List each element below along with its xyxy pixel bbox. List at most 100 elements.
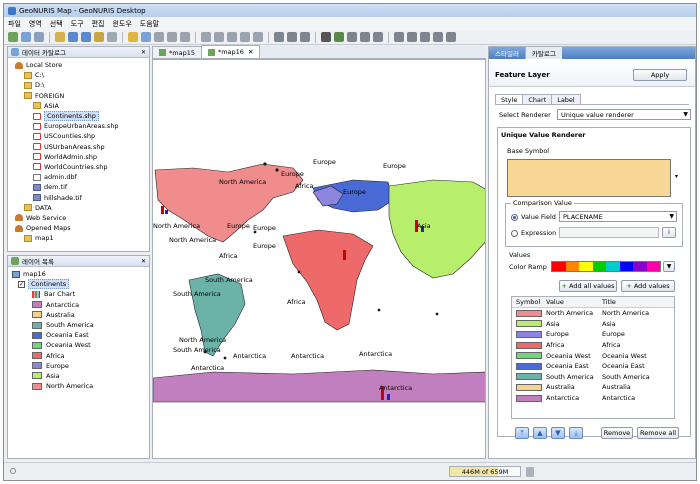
editor-tab[interactable]: *map16 ✕: [200, 45, 261, 58]
legend-item[interactable]: Asia: [32, 371, 149, 381]
forward-icon[interactable]: [141, 32, 151, 42]
menu-item[interactable]: 도구: [71, 19, 84, 29]
expression-radio[interactable]: Expression: [511, 229, 556, 237]
add-values-button[interactable]: + Add values: [621, 280, 675, 292]
title-cell[interactable]: Africa: [602, 341, 662, 349]
measure-icon[interactable]: [180, 32, 190, 42]
catalog-item[interactable]: DATA: [8, 203, 149, 213]
symbol-swatch[interactable]: [516, 373, 542, 381]
column-value[interactable]: Value: [546, 298, 602, 306]
save-icon[interactable]: [34, 32, 44, 42]
table-row[interactable]: Asia Asia: [512, 319, 674, 330]
catalog-item[interactable]: admin.dbf: [8, 172, 149, 182]
zoom-out-icon[interactable]: [81, 32, 91, 42]
base-symbol-swatch[interactable]: [507, 159, 671, 197]
catalog-item[interactable]: WorldAdmin.shp: [8, 152, 149, 162]
catalog-item[interactable]: EuropeUrbanAreas.shp: [8, 121, 149, 131]
menu-item[interactable]: 파일: [8, 19, 21, 29]
symbol-swatch[interactable]: [516, 383, 542, 391]
title-cell[interactable]: North America: [602, 309, 662, 317]
symbol-cell[interactable]: [512, 362, 546, 370]
symbol-cell[interactable]: [512, 373, 546, 381]
catalog-item[interactable]: Opened Maps: [8, 223, 149, 233]
catalog-item[interactable]: USUrbanAreas.shp: [8, 142, 149, 152]
title-cell[interactable]: South America: [602, 373, 662, 381]
catalog-item[interactable]: C:\: [8, 70, 149, 80]
pan-icon[interactable]: [55, 32, 65, 42]
map-node[interactable]: map16: [12, 269, 149, 279]
layer-icon[interactable]: [201, 32, 211, 42]
renderer-select[interactable]: Unique value renderer ▼: [557, 109, 691, 120]
title-cell[interactable]: Europe: [602, 330, 662, 338]
close-icon[interactable]: ✕: [141, 49, 146, 56]
catalog-item[interactable]: ASIA: [8, 101, 149, 111]
export-icon[interactable]: [253, 32, 263, 42]
value-field-select[interactable]: PLACENAME ▼: [559, 211, 677, 222]
legend-item[interactable]: Oceania West: [32, 340, 149, 350]
chart-icon[interactable]: [227, 32, 237, 42]
undo-icon[interactable]: [394, 32, 404, 42]
expression-builder-button[interactable]: i: [662, 227, 676, 238]
symbol-swatch[interactable]: [516, 330, 542, 338]
symbol-cell[interactable]: [512, 320, 546, 328]
legend-item[interactable]: Oceania East: [32, 330, 149, 340]
open-icon[interactable]: [21, 32, 31, 42]
symbol-swatch[interactable]: [516, 320, 542, 328]
catalog-item[interactable]: FOREIGN: [8, 91, 149, 101]
move-up-button[interactable]: ▲: [533, 427, 547, 439]
table-row[interactable]: South America South America: [512, 372, 674, 383]
symbol-cell[interactable]: [512, 341, 546, 349]
full-extent-icon[interactable]: [94, 32, 104, 42]
print-icon[interactable]: [240, 32, 250, 42]
title-cell[interactable]: Oceania East: [602, 362, 662, 370]
edit-icon[interactable]: [347, 32, 357, 42]
query-icon[interactable]: [287, 32, 297, 42]
catalog-item[interactable]: hillshade.tif: [8, 192, 149, 202]
symbol-cell[interactable]: [512, 394, 546, 402]
symbol-cell[interactable]: [512, 309, 546, 317]
heap-status[interactable]: 446M of 659M: [449, 466, 521, 477]
tab-styler[interactable]: 스타일러: [489, 47, 525, 59]
title-cell[interactable]: Australia: [602, 383, 662, 391]
map-canvas[interactable]: Europe Europe Europe North America Afric…: [152, 59, 486, 459]
merge-icon[interactable]: [446, 32, 456, 42]
remove-button[interactable]: Remove: [601, 427, 633, 439]
symbol-cell[interactable]: [512, 352, 546, 360]
add-all-values-button[interactable]: + Add all values: [559, 280, 617, 292]
column-symbol[interactable]: Symbol: [512, 298, 546, 306]
identify-icon[interactable]: [167, 32, 177, 42]
zoom-in-icon[interactable]: [68, 32, 78, 42]
table-icon[interactable]: [214, 32, 224, 42]
title-cell[interactable]: Asia: [602, 320, 662, 328]
catalog-item[interactable]: WorldCountries.shp: [8, 162, 149, 172]
pointer-icon[interactable]: [407, 32, 417, 42]
symbol-swatch[interactable]: [516, 341, 542, 349]
select-icon[interactable]: [154, 32, 164, 42]
menu-item[interactable]: 도움말: [140, 19, 159, 29]
catalog-item[interactable]: USCounties.shp: [8, 131, 149, 141]
back-icon[interactable]: [128, 32, 138, 42]
catalog-item[interactable]: dem.tif: [8, 182, 149, 192]
menu-item[interactable]: 윈도우: [112, 19, 131, 29]
catalog-item[interactable]: D:\: [8, 80, 149, 90]
new-icon[interactable]: [8, 32, 18, 42]
symbol-swatch[interactable]: [516, 362, 542, 370]
move-down-button[interactable]: ▼: [551, 427, 565, 439]
legend-item[interactable]: South America: [32, 320, 149, 330]
move-top-button[interactable]: ⤒: [515, 427, 529, 439]
symbol-swatch[interactable]: [516, 394, 542, 402]
play-icon[interactable]: [321, 32, 331, 42]
table-row[interactable]: Africa Africa: [512, 340, 674, 351]
table-row[interactable]: North America North America: [512, 308, 674, 319]
base-symbol-menu-icon[interactable]: ▾: [675, 173, 678, 180]
catalog-item[interactable]: Web Service: [8, 213, 149, 223]
copy-icon[interactable]: [373, 32, 383, 42]
close-icon[interactable]: ✕: [248, 48, 253, 56]
apply-button[interactable]: Apply: [633, 69, 687, 81]
color-ramp-select[interactable]: [551, 261, 661, 272]
settings-icon[interactable]: [274, 32, 284, 42]
catalog-item[interactable]: map1: [8, 233, 149, 243]
catalog-item[interactable]: Continents.shp: [8, 111, 149, 122]
title-cell[interactable]: Oceania West: [602, 352, 662, 360]
menu-item[interactable]: 선택: [50, 19, 63, 29]
